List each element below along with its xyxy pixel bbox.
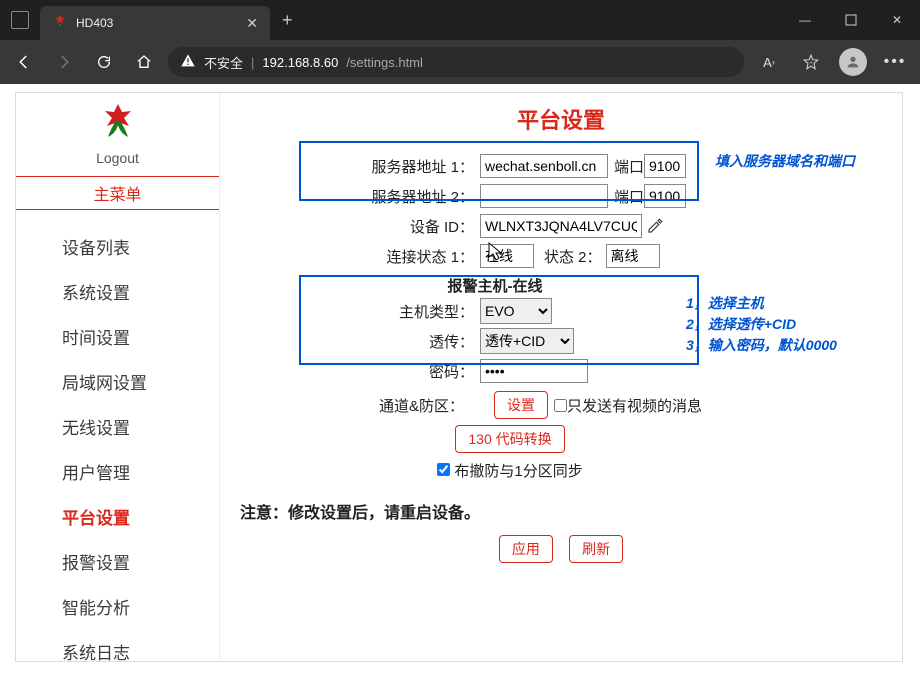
tab-close-icon[interactable]: ✕ [246, 15, 258, 32]
logout-link[interactable]: Logout [96, 150, 139, 166]
conn1-label: 连接状态 1： [310, 246, 480, 267]
sync-label: 布撤防与1分区同步 [454, 463, 582, 480]
browser-toolbar: 不安全 | 192.168.8.60/settings.html A› + ••… [0, 40, 920, 84]
annotation-server-text: 填入服务器域名和端口 [715, 151, 855, 172]
back-button[interactable] [8, 46, 40, 78]
conn2-label: 状态 2： [544, 246, 602, 267]
favorites-icon[interactable]: + [794, 45, 828, 79]
action-row: 应用 刷新 [240, 535, 882, 563]
row-sync: 布撤防与1分区同步 [310, 460, 710, 481]
forward-button[interactable] [48, 46, 80, 78]
row-conn-status: 连接状态 1： 状态 2： [310, 241, 870, 271]
edit-icon[interactable] [646, 217, 664, 235]
insecure-icon [180, 53, 196, 72]
url-path: /settings.html [346, 55, 423, 70]
sidebar-item-log[interactable]: 系统日志 [16, 629, 219, 674]
sidebar-item-time[interactable]: 时间设置 [16, 314, 219, 359]
tab-favicon-icon [52, 13, 68, 34]
only-video-checkbox[interactable] [554, 399, 567, 412]
logo-icon [96, 103, 140, 144]
note-text: 注意：修改设置后，请重启设备。 [240, 499, 882, 523]
content-area: 平台设置 填入服务器域名和端口 1，选择主机 2，选择透传+CID 3，输入密码… [220, 93, 902, 661]
window-minimize-button[interactable]: — [782, 0, 828, 40]
new-tab-button[interactable]: + [270, 10, 305, 31]
device-id-label: 设备 ID： [310, 216, 480, 237]
sidebar-item-devices[interactable]: 设备列表 [16, 224, 219, 269]
reload-button[interactable] [88, 46, 120, 78]
code-convert-button[interactable]: 130 代码转换 [455, 425, 564, 453]
annotation-box-server [299, 141, 699, 201]
row-device-id: 设备 ID： [310, 211, 870, 241]
tab-title: HD403 [76, 16, 238, 30]
address-bar[interactable]: 不安全 | 192.168.8.60/settings.html [168, 47, 744, 77]
browser-titlebar: HD403 ✕ + — ✕ [0, 0, 920, 40]
sidebar: Logout 主菜单 设备列表 系统设置 时间设置 局域网设置 无线设置 用户管… [16, 93, 220, 661]
conn1-value [480, 244, 534, 268]
channel-settings-button[interactable]: 设置 [494, 391, 548, 419]
channel-label: 通道&防区： [310, 395, 470, 416]
sync-checkbox[interactable] [437, 463, 450, 476]
conn2-value [606, 244, 660, 268]
sidebar-item-ai[interactable]: 智能分析 [16, 584, 219, 629]
window-maximize-button[interactable] [828, 0, 874, 40]
page-viewport: Logout 主菜单 设备列表 系统设置 时间设置 局域网设置 无线设置 用户管… [0, 84, 920, 690]
annotation-box-host [299, 275, 699, 365]
annotation-host-text: 1，选择主机 2，选择透传+CID 3，输入密码，默认0000 [686, 293, 837, 356]
sidebar-item-alarm[interactable]: 报警设置 [16, 539, 219, 584]
app-menu-icon[interactable] [0, 0, 40, 40]
sidebar-item-users[interactable]: 用户管理 [16, 449, 219, 494]
device-id-input[interactable] [480, 214, 642, 238]
window-close-button[interactable]: ✕ [874, 0, 920, 40]
svg-text:+: + [809, 60, 813, 66]
menu-title: 主菜单 [16, 176, 219, 210]
sidebar-item-wireless[interactable]: 无线设置 [16, 404, 219, 449]
insecure-label: 不安全 [204, 53, 243, 72]
only-video-label: 只发送有视频的消息 [567, 395, 702, 416]
url-host: 192.168.8.60 [262, 55, 338, 70]
browser-tab[interactable]: HD403 ✕ [40, 6, 270, 40]
sidebar-item-platform[interactable]: 平台设置 [16, 494, 219, 539]
apply-button[interactable]: 应用 [499, 535, 553, 563]
sidebar-item-system[interactable]: 系统设置 [16, 269, 219, 314]
home-button[interactable] [128, 46, 160, 78]
page-title: 平台设置 [240, 103, 882, 135]
more-menu-button[interactable]: ••• [878, 45, 912, 79]
sidebar-item-lan[interactable]: 局域网设置 [16, 359, 219, 404]
page-container: Logout 主菜单 设备列表 系统设置 时间设置 局域网设置 无线设置 用户管… [15, 92, 903, 662]
refresh-button[interactable]: 刷新 [569, 535, 623, 563]
row-channel: 通道&防区： 设置 只发送有视频的消息 [310, 390, 870, 420]
reader-mode-icon[interactable]: A› [752, 45, 786, 79]
profile-button[interactable] [836, 45, 870, 79]
sidebar-menu: 设备列表 系统设置 时间设置 局域网设置 无线设置 用户管理 平台设置 报警设置… [16, 224, 219, 674]
row-code-convert: 130 代码转换 [310, 424, 710, 454]
